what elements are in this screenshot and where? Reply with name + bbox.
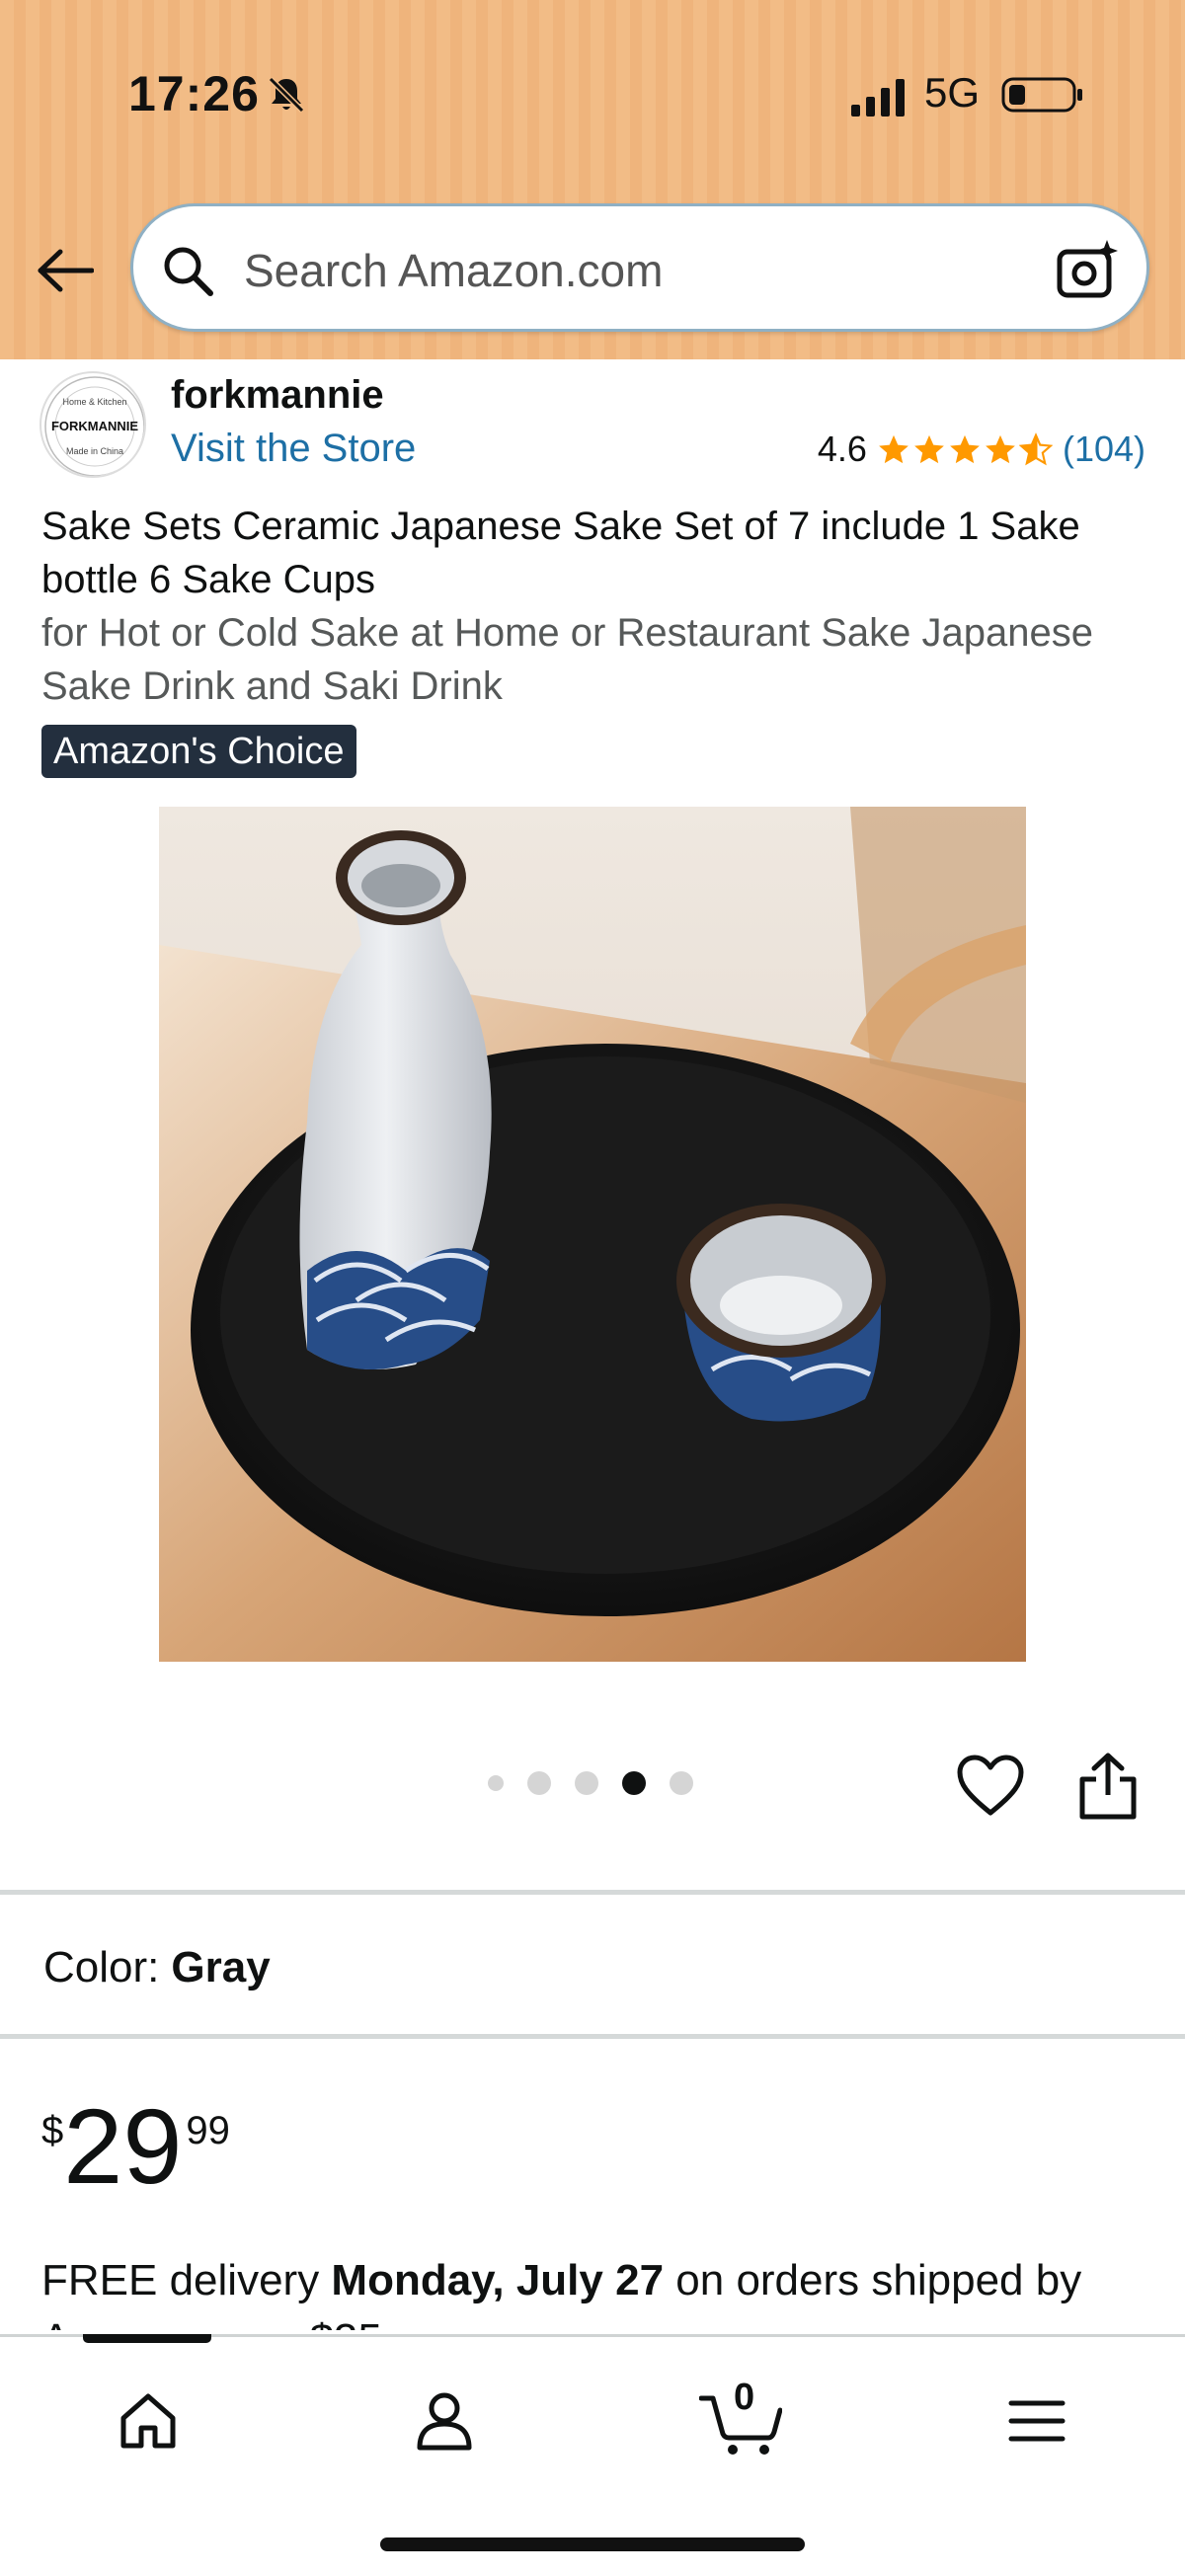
sake-set-photo bbox=[159, 807, 1026, 1662]
star-full-icon bbox=[986, 434, 1015, 464]
camera-sparkle-icon[interactable] bbox=[1054, 236, 1121, 303]
store-name: forkmannie bbox=[171, 373, 384, 417]
rating[interactable]: 4.6 (104) bbox=[818, 429, 1146, 470]
store-logo-image: Home & Kitchen FORKMANNIE Made in China bbox=[44, 376, 144, 476]
share-icon[interactable] bbox=[1076, 1752, 1140, 1821]
divider bbox=[0, 1890, 1185, 1895]
star-half-icon bbox=[1018, 432, 1053, 466]
price-fraction: 99 bbox=[186, 2109, 230, 2152]
star-full-icon bbox=[914, 434, 944, 464]
star-full-icon bbox=[879, 434, 908, 464]
delivery-date: Monday, July 27 bbox=[331, 2256, 665, 2304]
signal-icon bbox=[851, 79, 905, 117]
heart-icon[interactable] bbox=[956, 1754, 1025, 1819]
account-icon bbox=[417, 2392, 472, 2451]
nav-account[interactable] bbox=[400, 2377, 489, 2465]
color-selector[interactable]: Color: Gray bbox=[43, 1943, 271, 1992]
price: $ 29 99 bbox=[41, 2091, 230, 2202]
delivery-prefix: FREE delivery bbox=[41, 2256, 332, 2304]
cart-count: 0 bbox=[734, 2377, 755, 2418]
search-icon bbox=[164, 247, 213, 296]
nav-menu[interactable] bbox=[992, 2377, 1081, 2465]
color-value: Gray bbox=[171, 1943, 271, 1991]
product-title: Sake Sets Ceramic Japanese Sake Set of 7… bbox=[41, 505, 1080, 601]
logo-bottom-text: Made in China bbox=[66, 446, 123, 456]
product-image[interactable] bbox=[159, 807, 1026, 1662]
logo-brand-text: FORKMANNIE bbox=[51, 419, 138, 433]
rating-value: 4.6 bbox=[817, 429, 867, 469]
carousel-dot-2[interactable] bbox=[527, 1771, 551, 1795]
home-indicator[interactable] bbox=[380, 2537, 805, 2551]
carousel-dot-3[interactable] bbox=[575, 1771, 598, 1795]
carousel-dots bbox=[488, 1771, 717, 1795]
carousel-dot-4[interactable] bbox=[622, 1771, 646, 1795]
product-subtitle: for Hot or Cold Sake at Home or Restaura… bbox=[41, 611, 1093, 708]
visit-store-link[interactable]: Visit the Store bbox=[171, 427, 416, 471]
network-label: 5G bbox=[924, 69, 981, 116]
home-icon bbox=[120, 2393, 176, 2449]
logo-top-text: Home & Kitchen bbox=[62, 397, 126, 407]
price-symbol: $ bbox=[41, 2109, 64, 2152]
carousel-dot-5[interactable] bbox=[670, 1771, 693, 1795]
store-logo[interactable]: Home & Kitchen FORKMANNIE Made in China bbox=[40, 371, 146, 478]
bell-off-icon bbox=[268, 76, 305, 114]
rating-count[interactable]: (104) bbox=[1063, 429, 1146, 470]
carousel-dot-1[interactable] bbox=[488, 1775, 504, 1791]
nav-home[interactable] bbox=[104, 2377, 193, 2465]
back-button[interactable] bbox=[36, 241, 95, 300]
menu-icon bbox=[1008, 2400, 1066, 2442]
search-input[interactable]: Search Amazon.com bbox=[130, 203, 1149, 332]
color-label: Color: bbox=[43, 1943, 160, 1991]
status-time: 17:26 bbox=[128, 66, 260, 121]
search-placeholder: Search Amazon.com bbox=[244, 245, 664, 296]
nav-active-indicator bbox=[83, 2334, 211, 2343]
nav-cart[interactable]: 0 bbox=[696, 2377, 785, 2465]
battery-icon bbox=[1001, 77, 1082, 113]
star-full-icon bbox=[950, 434, 980, 464]
delivery-info: FREE delivery Monday, July 27 on orders … bbox=[41, 2251, 1157, 2330]
price-whole: 29 bbox=[63, 2086, 183, 2206]
arrow-left-icon bbox=[38, 249, 94, 292]
divider bbox=[0, 2034, 1185, 2039]
star-rating bbox=[877, 432, 1053, 466]
header: 17:26 5G Search Amazon.com bbox=[0, 0, 1185, 359]
amazons-choice-badge: Amazon's Choice bbox=[41, 725, 356, 778]
